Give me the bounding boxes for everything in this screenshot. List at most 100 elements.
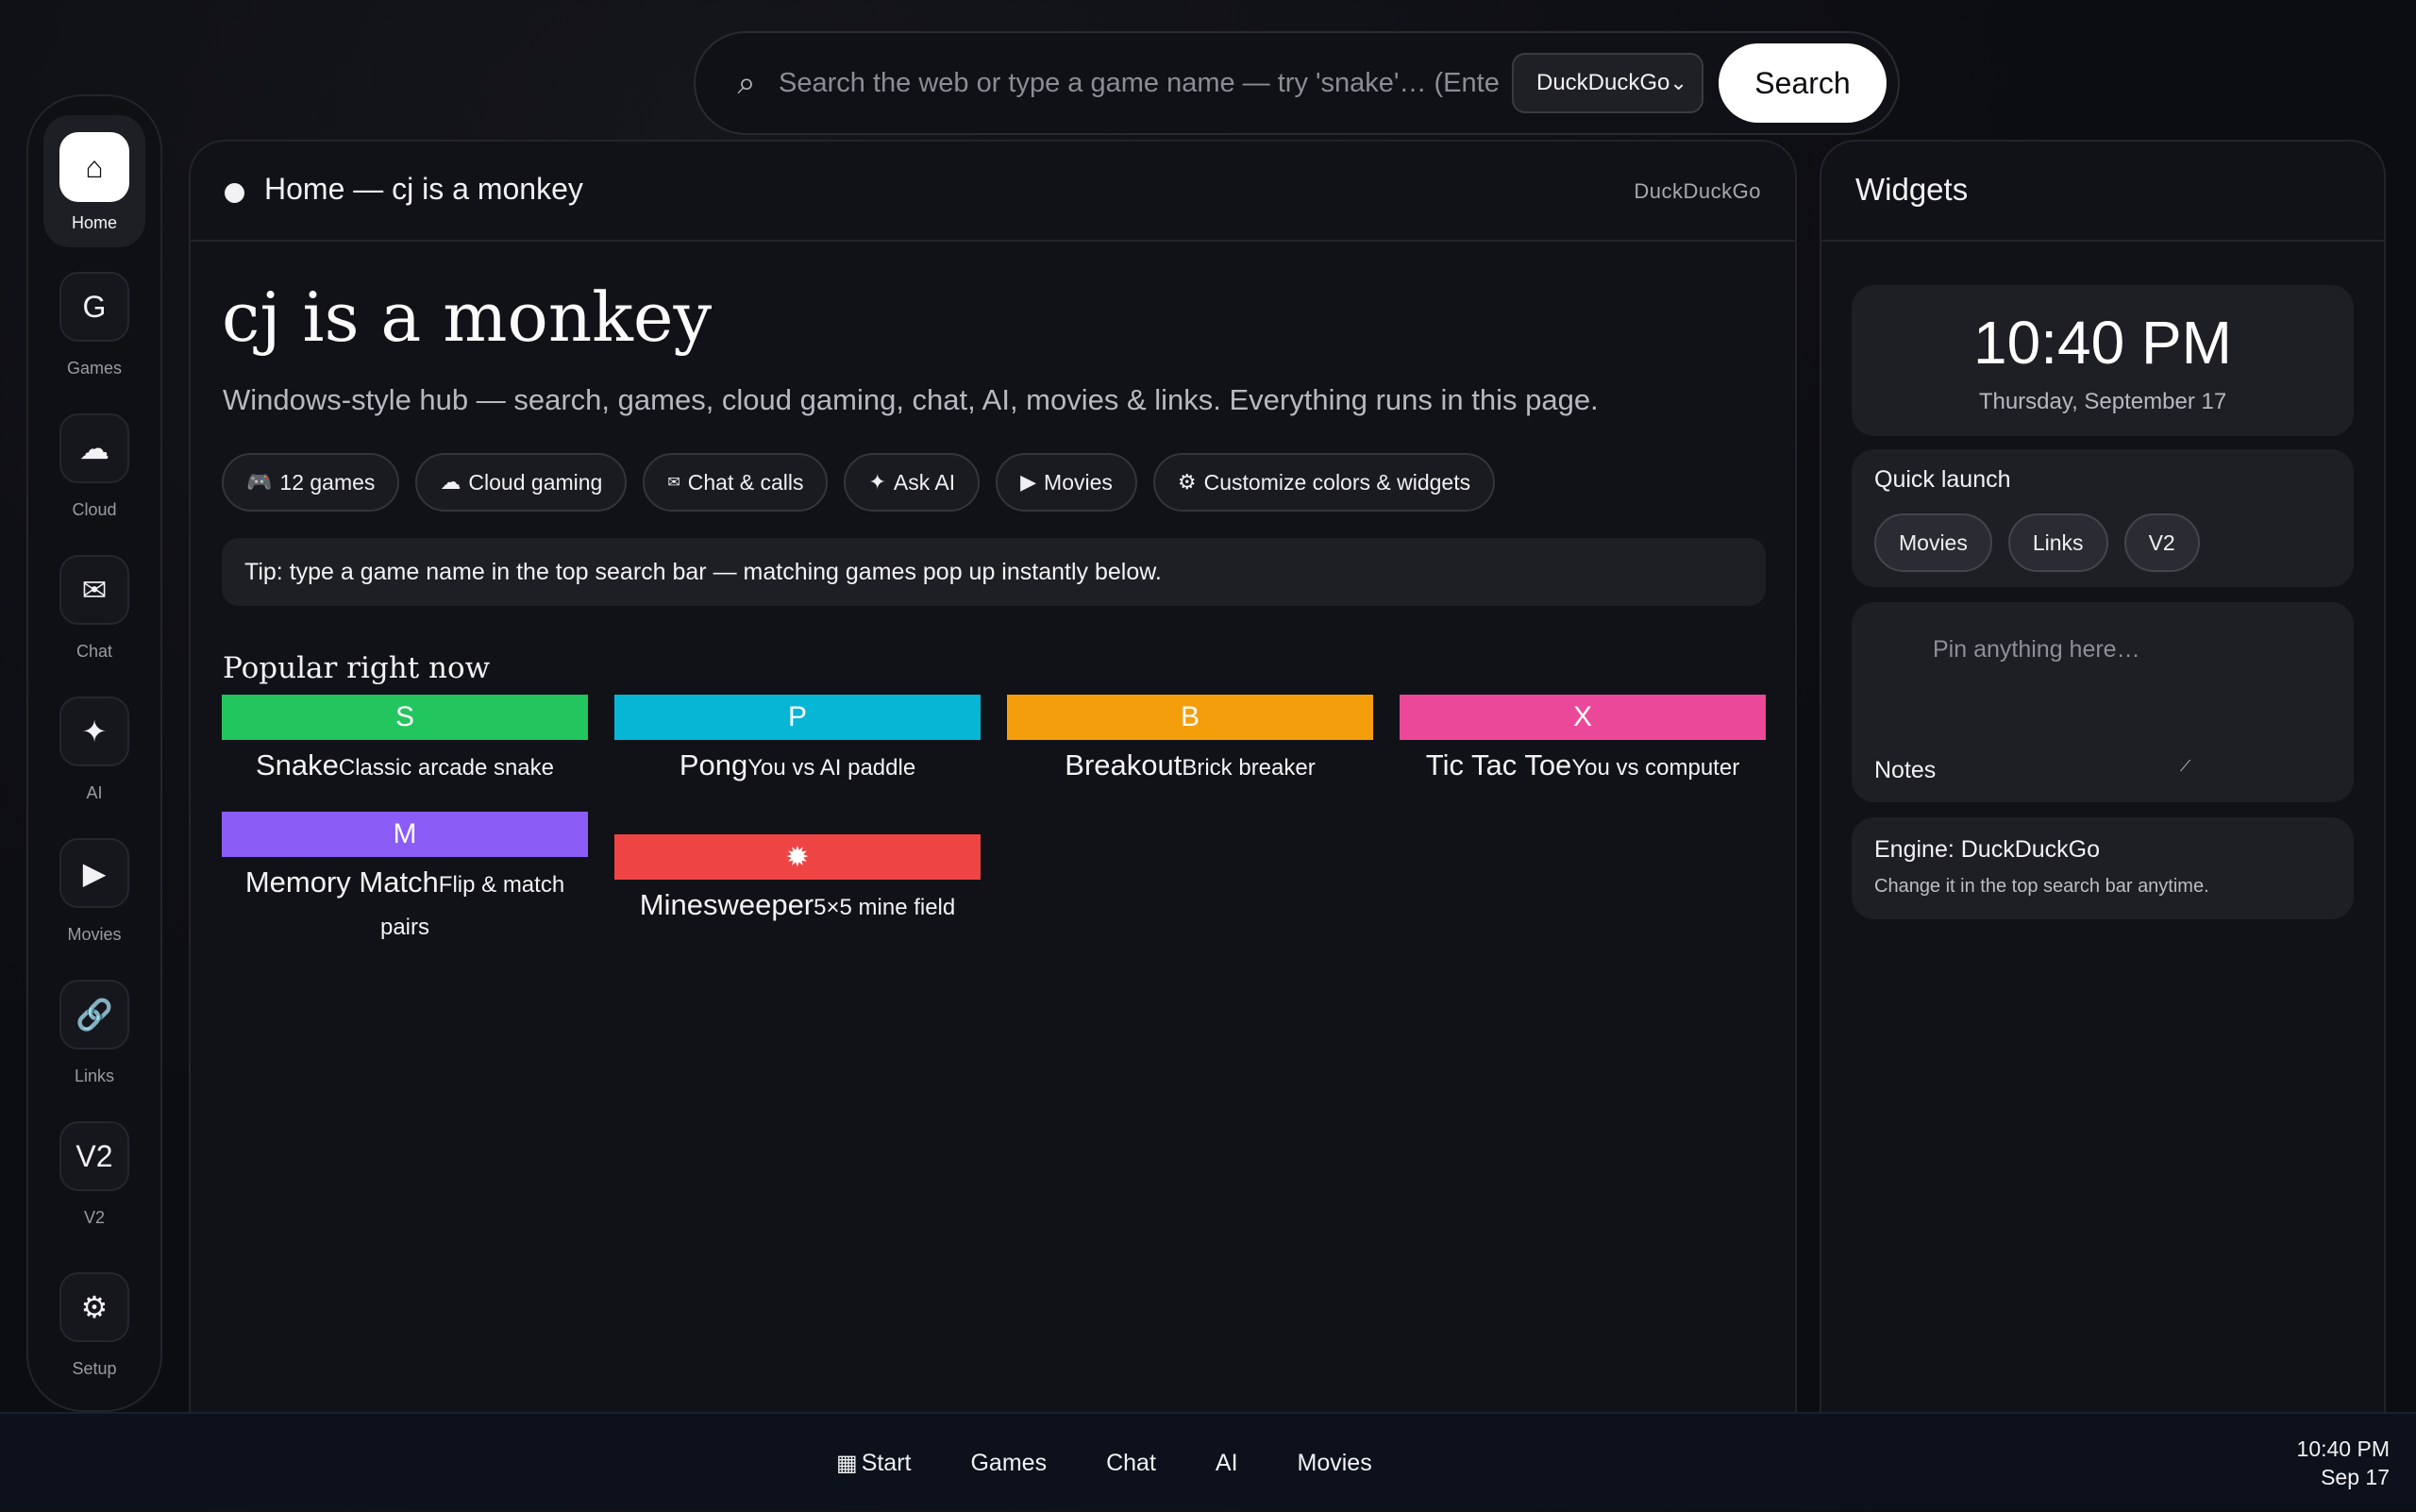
taskbar: ▦ Start Games Chat AI Movies 10:40 PM Se…	[0, 1412, 2416, 1510]
taskbar-movies[interactable]: Movies	[1298, 1450, 1372, 1477]
game-text: BreakoutBrick breaker	[1007, 746, 1373, 791]
dock-item-links[interactable]: 🔗 Links	[28, 980, 160, 1112]
taskbar-clock: 10:40 PM Sep 17	[2297, 1435, 2390, 1491]
widgets-header: Widgets	[1821, 142, 2384, 242]
taskbar-label: Start	[861, 1449, 912, 1476]
quick-launch-links[interactable]: Links	[2007, 513, 2108, 572]
game-desc: You vs AI paddle	[747, 755, 916, 781]
dock-item-cloud[interactable]: ☁ Cloud	[28, 413, 160, 546]
game-desc: You vs computer	[1571, 755, 1740, 781]
taskbar-ai[interactable]: AI	[1216, 1450, 1238, 1477]
dock-item-ai[interactable]: ✦ AI	[28, 697, 160, 829]
play-icon: ▶	[59, 838, 129, 908]
gear-icon: ⚙	[1177, 470, 1197, 494]
dock-item-setup[interactable]: ⚙ Setup	[28, 1272, 160, 1404]
game-name: Memory Match	[244, 865, 439, 899]
chip-movies[interactable]: ▶ Movies	[996, 453, 1137, 512]
dock-label: Home	[71, 213, 117, 232]
game-name: Minesweeper	[639, 888, 814, 921]
game-name: Tic Tac Toe	[1425, 748, 1572, 781]
game-text: Memory MatchFlip & match pairs	[222, 863, 588, 950]
chip-ask-ai[interactable]: ✦ Ask AI	[844, 453, 981, 512]
page-title: cj is a monkey	[222, 277, 713, 357]
game-card-breakout[interactable]: B BreakoutBrick breaker	[1007, 695, 1373, 791]
chip-label: 12 games	[279, 469, 376, 495]
play-icon: ▶	[1020, 470, 1037, 494]
gear-icon: ⚙	[59, 1272, 129, 1342]
taskbar-start[interactable]: ▦ Start	[836, 1450, 911, 1477]
dock-item-games[interactable]: G Games	[28, 272, 160, 404]
dock-item-chat[interactable]: ✉ Chat	[28, 555, 160, 687]
taskbar-chat[interactable]: Chat	[1106, 1450, 1156, 1477]
taskbar-games[interactable]: Games	[970, 1450, 1047, 1477]
quick-launch-widget: Quick launch Movies Links V2	[1852, 449, 2354, 587]
v2-icon: V2	[59, 1121, 129, 1191]
feature-chips: 🎮 12 games ☁ Cloud gaming ✉ Chat & calls…	[222, 453, 1496, 512]
game-desc: Classic arcade snake	[338, 755, 554, 781]
chip-label: Movies	[1044, 469, 1113, 495]
dock-label: Chat	[76, 642, 113, 661]
dock-label: Movies	[67, 925, 122, 944]
chip-cloud-gaming[interactable]: ☁ Cloud gaming	[415, 453, 628, 512]
mail-icon: ✉	[59, 555, 129, 625]
game-banner: P	[614, 695, 981, 740]
game-text: Minesweeper5×5 mine field	[614, 885, 981, 931]
search-button[interactable]: Search	[1719, 43, 1887, 123]
chip-label: Cloud gaming	[468, 469, 603, 495]
window-header: Home — cj is a monkey DuckDuckGo	[191, 142, 1795, 242]
window-title: Home — cj is a monkey	[264, 172, 583, 206]
game-card-tic-tac-toe[interactable]: X Tic Tac ToeYou vs computer	[1400, 695, 1766, 791]
quick-launch-movies[interactable]: Movies	[1874, 513, 1992, 572]
cloud-icon: ☁	[440, 470, 461, 494]
game-text: Tic Tac ToeYou vs computer	[1400, 746, 1766, 791]
game-text: PongYou vs AI paddle	[614, 746, 981, 791]
taskbar-items: ▦ Start Games Chat AI Movies	[836, 1414, 1372, 1512]
search-icon: ⌕	[737, 64, 756, 101]
link-icon: 🔗	[59, 980, 129, 1050]
page-subtitle: Windows-style hub — search, games, cloud…	[223, 383, 1599, 416]
clock-time: 10:40 PM	[1973, 309, 2232, 377]
sparkle-icon: ✦	[59, 697, 129, 766]
notes-widget[interactable]: Pin anything here… Notes ⟋	[1852, 602, 2354, 802]
header-engine-label: DuckDuckGo	[1634, 179, 1761, 203]
search-engine-select[interactable]: DuckDuckGo ⌄	[1512, 53, 1703, 113]
dock-item-v2[interactable]: V2 V2	[28, 1121, 160, 1253]
game-card-minesweeper[interactable]: ✹ Minesweeper5×5 mine field	[614, 834, 981, 931]
taskbar-time: 10:40 PM	[2296, 1436, 2390, 1461]
game-banner: ✹	[614, 834, 981, 880]
mail-icon: ✉	[667, 475, 680, 491]
search-input[interactable]	[777, 55, 1501, 111]
top-search-bar: ⌕ DuckDuckGo ⌄ Search	[694, 31, 1900, 135]
game-name: Snake	[255, 748, 339, 781]
sparkle-icon: ✦	[868, 470, 886, 494]
game-desc: Brick breaker	[1182, 755, 1316, 781]
dock-item-home[interactable]: ⌂ Home	[43, 115, 145, 247]
dock-label: Cloud	[72, 500, 117, 519]
gamepad-icon: 🎮	[246, 470, 273, 494]
dock-label: Setup	[72, 1359, 117, 1378]
chip-chat[interactable]: ✉ Chat & calls	[643, 453, 829, 512]
chip-games[interactable]: 🎮 12 games	[222, 453, 400, 512]
resize-handle-icon[interactable]: ⟋	[2180, 759, 2190, 776]
game-name: Breakout	[1065, 748, 1183, 781]
game-banner: B	[1007, 695, 1373, 740]
game-banner: M	[222, 812, 588, 857]
cloud-icon: ☁	[59, 413, 129, 483]
chip-label: Ask AI	[893, 469, 956, 495]
taskbar-date: Sep 17	[2321, 1465, 2390, 1489]
game-card-snake[interactable]: S SnakeClassic arcade snake	[222, 695, 588, 791]
game-card-pong[interactable]: P PongYou vs AI paddle	[614, 695, 981, 791]
chip-label: Chat & calls	[687, 469, 804, 495]
chip-customize[interactable]: ⚙ Customize colors & widgets	[1152, 453, 1496, 512]
dock-item-movies[interactable]: ▶ Movies	[28, 838, 160, 970]
left-dock: ⌂ Home G Games ☁ Cloud ✉ Chat ✦ AI ▶ Mov…	[26, 94, 162, 1412]
quick-launch-v2[interactable]: V2	[2123, 513, 2200, 572]
search-engine-value: DuckDuckGo	[1536, 70, 1670, 95]
game-desc: 5×5 mine field	[814, 895, 956, 920]
engine-widget: Engine: DuckDuckGo Change it in the top …	[1852, 817, 2354, 919]
clock-date: Thursday, September 17	[1978, 389, 2227, 414]
dock-label: Links	[74, 1067, 115, 1085]
game-card-memory-match[interactable]: M Memory MatchFlip & match pairs	[222, 812, 588, 950]
widgets-title: Widgets	[1855, 172, 1969, 207]
dock-label: Games	[66, 359, 123, 378]
